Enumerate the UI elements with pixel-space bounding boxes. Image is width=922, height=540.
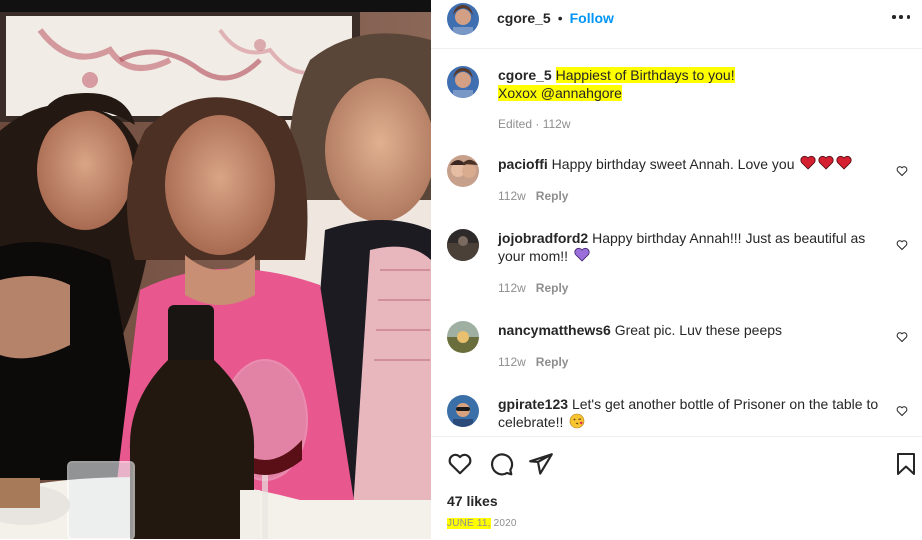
caption-meta: Edited · 112w <box>498 117 571 131</box>
caption-avatar-image <box>447 66 479 98</box>
post-header: cgore_5 • Follow <box>431 0 922 49</box>
post-date-highlight: JUNE 11, <box>447 518 491 529</box>
comment-avatar-image <box>447 155 479 187</box>
comment-time: 112w <box>498 281 526 295</box>
comment-body: Great pic. Luv these peeps <box>614 322 783 338</box>
more-options-icon[interactable] <box>892 14 910 20</box>
like-comment-heart-icon[interactable] <box>896 405 908 417</box>
comment-body: Happy birthday sweet Annah. Love you <box>551 156 795 172</box>
comment-text: nancymatthews6 Great pic. Luv these peep… <box>498 321 890 339</box>
red-heart-icon <box>800 155 852 175</box>
reply-button[interactable]: Reply <box>536 355 569 369</box>
post-date-year: 2020 <box>493 518 517 529</box>
comment-icon[interactable] <box>488 451 514 477</box>
likes-count[interactable]: 47 likes <box>447 493 498 509</box>
comment-time: 112w <box>498 355 526 369</box>
post-date: JUNE 11, 2020 <box>447 518 517 529</box>
comment-avatar[interactable] <box>447 395 479 427</box>
comment-avatar[interactable] <box>447 321 479 353</box>
caption-username[interactable]: cgore_5 <box>498 67 552 83</box>
follow-button[interactable]: Follow <box>570 10 614 26</box>
comment-username[interactable]: gpirate123 <box>498 396 568 412</box>
author-avatar[interactable] <box>447 3 479 35</box>
comment-text: jojobradford2 Happy birthday Annah!!! Ju… <box>498 229 890 267</box>
caption-text: cgore_5 Happiest of Birthdays to you! Xo… <box>498 66 890 102</box>
kissing-face-icon <box>569 413 585 433</box>
comment-text: gpirate123 Let's get another bottle of P… <box>498 395 890 433</box>
save-bookmark-icon[interactable] <box>894 451 918 477</box>
comment-meta: 112w Reply <box>498 281 568 295</box>
like-comment-heart-icon[interactable] <box>896 239 908 251</box>
comment-avatar[interactable] <box>447 229 479 261</box>
comment-time: 112w <box>498 189 526 203</box>
post-photo-image <box>0 0 431 539</box>
comment-username[interactable]: jojobradford2 <box>498 230 588 246</box>
comment-text: pacioffi Happy birthday sweet Annah. Lov… <box>498 155 890 175</box>
caption-line1: Happiest of Birthdays to you! <box>555 67 735 83</box>
share-icon[interactable] <box>528 451 554 477</box>
comment-username[interactable]: nancymatthews6 <box>498 322 611 338</box>
caption-line2: Xoxox @annahgore <box>498 85 622 101</box>
author-username[interactable]: cgore_5 <box>497 10 551 26</box>
comment-meta: 112w Reply <box>498 189 568 203</box>
like-comment-heart-icon[interactable] <box>896 165 908 177</box>
like-comment-heart-icon[interactable] <box>896 331 908 343</box>
comment-avatar-image <box>447 229 479 261</box>
post-photo[interactable] <box>0 0 431 539</box>
post-actions: 47 likes JUNE 11, 2020 <box>431 436 922 540</box>
purple-heart-icon <box>574 247 590 267</box>
comment-avatar-image <box>447 395 479 427</box>
caption-avatar[interactable] <box>447 66 479 98</box>
like-heart-icon[interactable] <box>447 451 473 477</box>
comment-avatar[interactable] <box>447 155 479 187</box>
comment-avatar-image <box>447 321 479 353</box>
reply-button[interactable]: Reply <box>536 189 569 203</box>
reply-button[interactable]: Reply <box>536 281 569 295</box>
comment-meta: 112w Reply <box>498 355 568 369</box>
comment-username[interactable]: pacioffi <box>498 156 548 172</box>
header-separator: • <box>557 10 563 26</box>
author-avatar-image <box>447 3 479 35</box>
comments-list[interactable]: cgore_5 Happiest of Birthdays to you! Xo… <box>431 48 922 436</box>
post-panel: cgore_5 • Follow cgore_5 Happiest of Bir… <box>431 0 922 539</box>
